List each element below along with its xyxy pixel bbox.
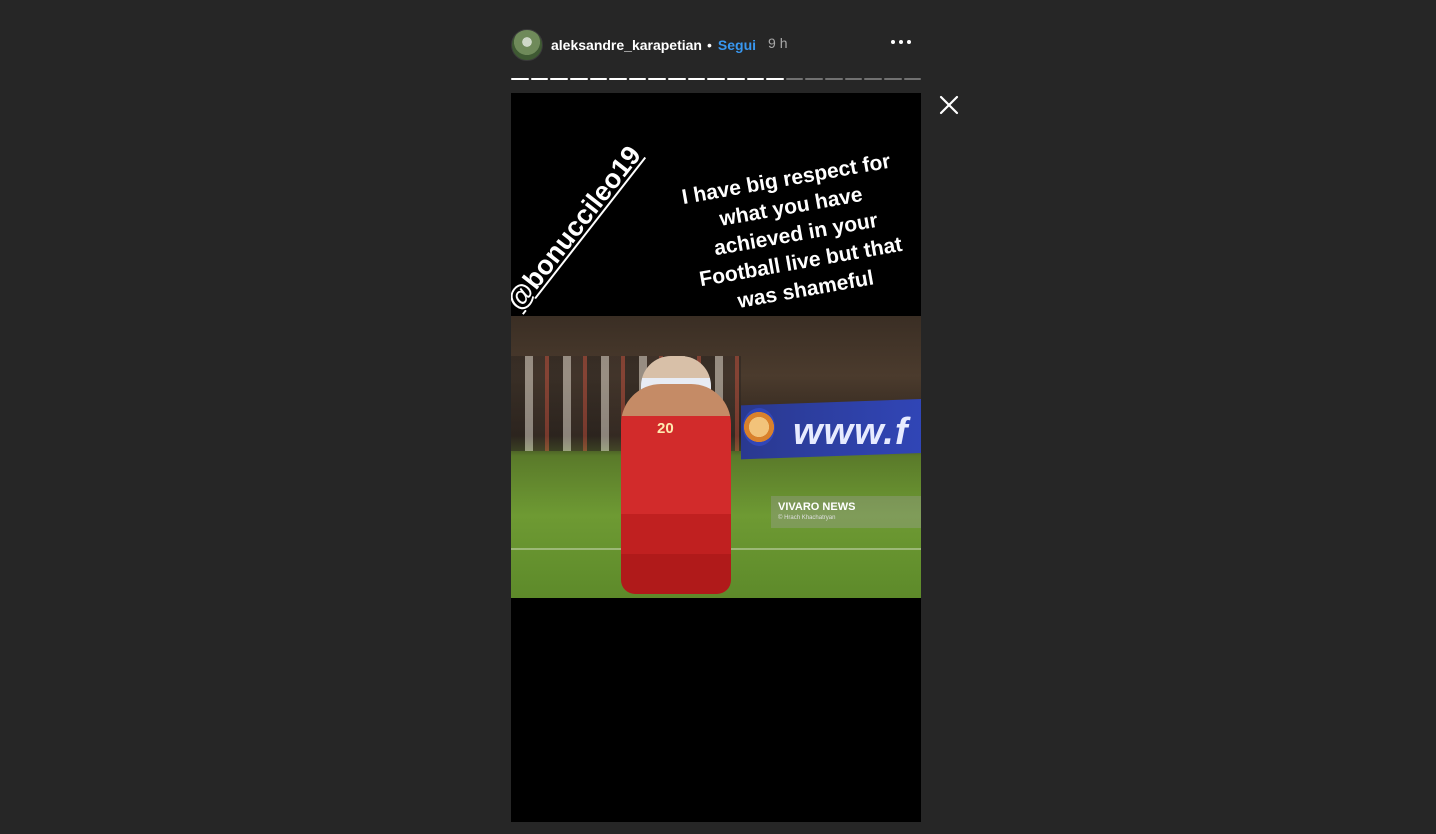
story-progress-bar [511, 78, 922, 80]
progress-segment [766, 78, 784, 80]
progress-segment [726, 78, 745, 80]
progress-segment [668, 78, 686, 80]
progress-segment [648, 78, 666, 80]
watermark-credit: © Hrach Khachatryan [778, 515, 836, 521]
story-photo: www.f 20 VIVARO NEWS © Hrach Khachatryan [511, 316, 921, 598]
progress-segment [707, 78, 725, 80]
jersey-number: 20 [657, 420, 674, 437]
progress-segment [746, 78, 765, 80]
progress-segment [511, 78, 529, 80]
story-caption: I have big respect for what you have ach… [680, 149, 904, 313]
progress-segment [609, 78, 627, 80]
progress-segment [530, 78, 549, 80]
mention-sticker[interactable]: @bonuccileo19 [511, 116, 667, 316]
progress-segment [589, 78, 608, 80]
progress-segment [785, 78, 804, 80]
progress-segment [805, 78, 823, 80]
avatar[interactable] [511, 29, 543, 61]
banner-logo-icon [743, 408, 775, 446]
progress-segment [883, 78, 902, 80]
follow-button[interactable]: Segui [718, 37, 756, 53]
progress-segment [569, 78, 588, 80]
progress-segment [550, 78, 568, 80]
story-header: aleksandre_karapetian • Segui 9 h [511, 28, 921, 62]
progress-segment [903, 78, 922, 80]
progress-segment [628, 78, 647, 80]
progress-segment [864, 78, 882, 80]
close-icon[interactable] [938, 94, 960, 116]
player-red-kit [621, 384, 731, 594]
story-viewer[interactable]: www.f 20 VIVARO NEWS © Hrach Khachatryan… [511, 93, 921, 822]
more-options-icon[interactable] [891, 40, 911, 44]
post-time: 9 h [768, 35, 788, 51]
separator-dot: • [706, 37, 712, 53]
progress-segment [844, 78, 863, 80]
progress-segment [687, 78, 706, 80]
progress-segment [825, 78, 843, 80]
banner-text: www.f [793, 411, 909, 453]
username-link[interactable]: aleksandre_karapetian [551, 37, 702, 53]
watermark-name: VIVARO NEWS [778, 501, 856, 513]
